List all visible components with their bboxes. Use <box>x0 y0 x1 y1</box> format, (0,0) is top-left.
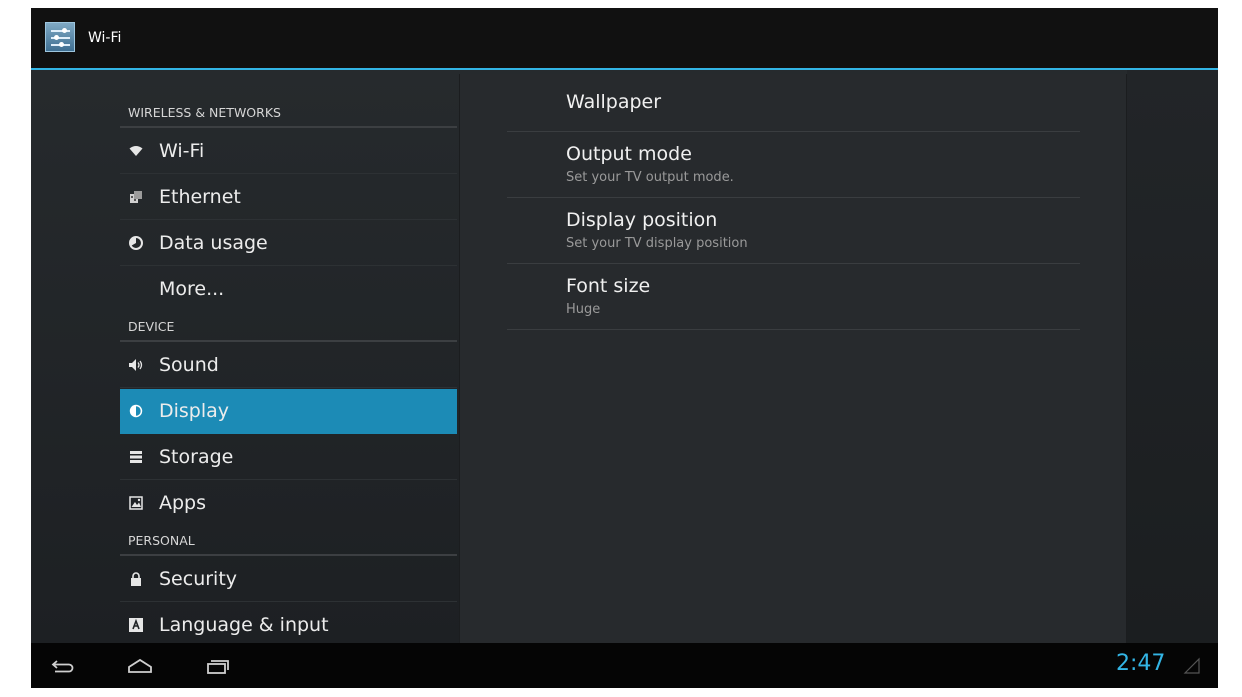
sidebar-item-label: More... <box>159 278 225 300</box>
sidebar-item-label: Apps <box>159 492 207 514</box>
storage-icon <box>128 449 144 465</box>
sidebar-item-label: Storage <box>159 446 234 468</box>
speaker-icon <box>128 357 144 373</box>
sidebar-item-label: Sound <box>159 354 219 376</box>
lock-icon <box>128 571 144 587</box>
sidebar-item-wifi[interactable]: Wi-Fi <box>120 129 457 174</box>
pref-wallpaper[interactable]: Wallpaper <box>507 74 1080 132</box>
sidebar-item-sound[interactable]: Sound <box>120 343 457 388</box>
pref-summary: Set your TV display position <box>566 236 748 251</box>
sidebar-item-apps[interactable]: Apps <box>120 481 457 526</box>
ethernet-icon <box>128 189 144 205</box>
data-usage-icon <box>128 235 144 251</box>
section-header-personal: PERSONAL <box>120 526 457 556</box>
pref-title: Display position <box>566 209 718 231</box>
sidebar-item-storage[interactable]: Storage <box>120 435 457 480</box>
pref-title: Wallpaper <box>566 91 662 113</box>
sidebar-item-label: Ethernet <box>159 186 241 208</box>
pref-title: Output mode <box>566 143 692 165</box>
home-icon[interactable] <box>120 651 160 681</box>
apps-icon <box>128 495 144 511</box>
pref-display-position[interactable]: Display position Set your TV display pos… <box>507 198 1080 264</box>
sidebar-item-ethernet[interactable]: Ethernet <box>120 175 457 220</box>
display-settings-panel: Wallpaper Output mode Set your TV output… <box>459 74 1127 643</box>
sidebar-item-label: Security <box>159 568 238 590</box>
recent-apps-icon[interactable] <box>197 651 237 681</box>
status-clock: 2:47 <box>1116 651 1166 676</box>
pref-title: Font size <box>566 275 651 297</box>
sidebar-item-data-usage[interactable]: Data usage <box>120 221 457 266</box>
settings-sidebar: WIRELESS & NETWORKS Wi-Fi Ethernet Data … <box>120 70 457 648</box>
section-header-device: DEVICE <box>120 312 457 342</box>
signal-icon <box>1183 657 1201 675</box>
settings-content: WIRELESS & NETWORKS Wi-Fi Ethernet Data … <box>31 70 1218 648</box>
sidebar-item-label: Wi-Fi <box>159 140 205 162</box>
wifi-icon <box>128 143 144 159</box>
pref-output-mode[interactable]: Output mode Set your TV output mode. <box>507 132 1080 198</box>
back-icon[interactable] <box>43 651 83 681</box>
sidebar-item-language-input[interactable]: Language & input <box>120 603 457 648</box>
keyboard-a-icon <box>128 617 144 633</box>
pref-font-size[interactable]: Font size Huge <box>507 264 1080 330</box>
sidebar-item-display[interactable]: Display <box>120 389 457 434</box>
android-screen: Wi-Fi WIRELESS & NETWORKS Wi-Fi Ethernet <box>31 8 1218 688</box>
right-margin <box>1127 70 1218 643</box>
action-bar-title: Wi-Fi <box>88 30 122 46</box>
section-header-wireless: WIRELESS & NETWORKS <box>120 98 457 128</box>
sidebar-item-label: Display <box>159 400 230 422</box>
brightness-icon <box>128 403 144 419</box>
sidebar-item-more[interactable]: More... <box>120 267 457 312</box>
sidebar-item-label: Language & input <box>159 614 329 636</box>
pref-summary: Huge <box>566 302 601 317</box>
sidebar-item-label: Data usage <box>159 232 268 254</box>
sidebar-item-security[interactable]: Security <box>120 557 457 602</box>
navigation-bar: 2:47 <box>31 643 1218 688</box>
pref-summary: Set your TV output mode. <box>566 170 734 185</box>
action-bar: Wi-Fi <box>31 8 1218 70</box>
settings-sliders-icon[interactable] <box>45 22 75 52</box>
